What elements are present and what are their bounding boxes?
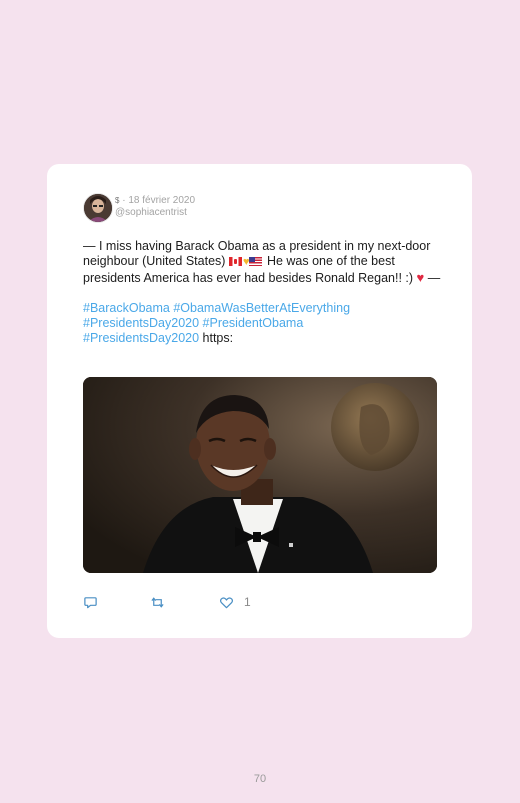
reply-icon (84, 596, 97, 608)
trailing-link-text[interactable]: https: (203, 331, 234, 345)
tweet-body: — I miss having Barack Obama as a presid… (83, 239, 443, 346)
tweet-card: $ · 18 février 2020 @sophiacentrist — I … (47, 164, 472, 638)
tweet-media-image[interactable] (83, 377, 437, 573)
reply-button[interactable] (83, 593, 98, 611)
avatar[interactable] (83, 193, 113, 223)
retweet-button[interactable] (150, 593, 165, 611)
hashtag-link[interactable]: #PresidentObama (203, 316, 304, 330)
tweet-text-part3: — (427, 271, 441, 285)
heart-icon (220, 596, 233, 608)
hashtag-link[interactable]: #BarackObama (83, 301, 170, 315)
hashtag-link[interactable]: #PresidentsDay2020 (83, 316, 199, 330)
retweet-icon (151, 596, 164, 608)
red-heart-icon: ♥ (416, 270, 425, 285)
tweet-actions: 1 (83, 593, 383, 611)
hashtag-link[interactable]: #ObamaWasBetterAtEverything (173, 301, 350, 315)
tweet-meta: $ · 18 février 2020 (115, 195, 195, 207)
page-number: 70 (253, 773, 267, 785)
dollar-glyph: $ (115, 196, 120, 205)
user-handle[interactable]: @sophiacentrist (115, 207, 187, 219)
like-count: 1 (244, 595, 251, 609)
tweet-date[interactable]: · 18 février 2020 (122, 195, 195, 206)
canada-flag-icon (228, 257, 242, 266)
like-button[interactable]: 1 (219, 593, 251, 611)
hashtag-link[interactable]: #PresidentsDay2020 (83, 331, 199, 345)
us-flag-icon (249, 257, 263, 266)
